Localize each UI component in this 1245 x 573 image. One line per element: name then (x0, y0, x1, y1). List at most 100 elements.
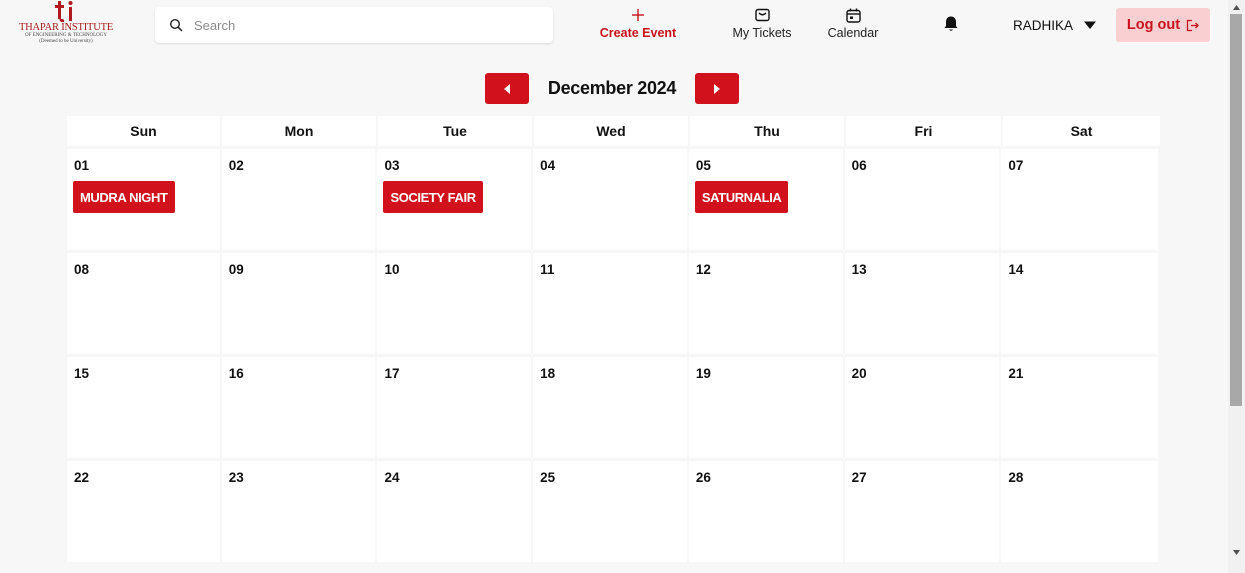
user-menu[interactable]: RADHIKA (1013, 16, 1097, 34)
calendar-day-cell[interactable]: 13 (844, 253, 1000, 354)
prev-month-button[interactable] (485, 73, 529, 104)
day-number: 28 (1008, 470, 1024, 485)
calendar-day-cell[interactable]: 28 (1001, 461, 1159, 562)
calendar-day-cell[interactable]: 24 (377, 461, 532, 562)
current-month-label: December 2024 (547, 78, 677, 98)
logo-title: THAPAR INSTITUTE (18, 22, 114, 33)
search-input[interactable] (194, 17, 534, 33)
weekday-header: Sat (1003, 116, 1160, 146)
scroll-up-arrow-icon[interactable] (1228, 0, 1245, 14)
day-number: 22 (74, 470, 90, 485)
day-number: 14 (1008, 262, 1024, 277)
calendar-day-cell[interactable]: 16 (221, 357, 376, 458)
calendar-day-cell[interactable]: 01 MUDRA NIGHT (67, 149, 220, 250)
calendar-day-cell[interactable]: 14 (1001, 253, 1159, 354)
day-number: 27 (851, 470, 867, 485)
caret-right-icon (714, 83, 720, 94)
calendar-day-cell[interactable]: 07 (1001, 149, 1159, 250)
month-navigation: December 2024 (485, 73, 740, 104)
day-number: 21 (1008, 366, 1024, 381)
calendar-day-cell[interactable]: 12 (688, 253, 843, 354)
day-number: 02 (228, 158, 244, 173)
ticket-box-icon (754, 7, 770, 23)
calendar-day-cell[interactable]: 06 (844, 149, 1000, 250)
logout-label: Log out (1126, 17, 1181, 33)
calendar-week-row: 01 MUDRA NIGHT 02 03 SOCIETY FAIR 04 05 … (67, 149, 1159, 250)
calendar-week-row: 15 16 17 18 19 20 21 (67, 357, 1159, 458)
caret-down-icon (1084, 21, 1097, 29)
calendar-week-row: 08 09 10 11 12 13 14 (67, 253, 1159, 354)
caret-left-icon (504, 83, 510, 94)
calendar-day-cell[interactable]: 26 (688, 461, 843, 562)
calendar-day-cell[interactable]: 04 (533, 149, 687, 250)
plus-icon (630, 7, 646, 23)
calendar-day-cell[interactable]: 11 (533, 253, 687, 354)
ti-logo-mark-icon (55, 1, 73, 22)
calendar-day-cell[interactable]: 17 (377, 357, 532, 458)
day-number: 12 (695, 262, 711, 277)
event-chip-mudra-night[interactable]: MUDRA NIGHT (73, 181, 175, 213)
weekday-header: Wed (534, 116, 688, 146)
weekday-header-row: Sun Mon Tue Wed Thu Fri Sat (67, 116, 1160, 146)
calendar-day-cell[interactable]: 09 (221, 253, 376, 354)
top-header: THAPAR INSTITUTE OF ENGINEERING & TECHNO… (0, 0, 1228, 52)
calendar-day-cell[interactable]: 08 (67, 253, 220, 354)
nav-calendar[interactable]: Calendar (822, 7, 884, 45)
day-number: 25 (540, 470, 556, 485)
day-number: 11 (540, 262, 555, 277)
nav-my-tickets[interactable]: My Tickets (728, 7, 796, 45)
nav-calendar-label: Calendar (827, 26, 879, 40)
day-number: 09 (228, 262, 244, 277)
user-name: RADHIKA (1013, 17, 1074, 33)
calendar-day-cell[interactable]: 23 (221, 461, 376, 562)
day-number: 19 (695, 366, 711, 381)
day-number: 08 (74, 262, 90, 277)
day-number: 17 (384, 366, 400, 381)
logout-button[interactable]: Log out (1116, 8, 1210, 42)
page-scrollbar[interactable] (1228, 0, 1245, 573)
scroll-down-arrow-icon[interactable] (1228, 545, 1245, 559)
institute-logo[interactable]: THAPAR INSTITUTE OF ENGINEERING & TECHNO… (10, 0, 122, 50)
calendar-day-cell[interactable]: 27 (844, 461, 1000, 562)
day-number: 10 (384, 262, 400, 277)
event-chip-society-fair[interactable]: SOCIETY FAIR (383, 181, 483, 213)
calendar-week-row: 22 23 24 25 26 27 28 (67, 461, 1159, 562)
calendar-day-cell[interactable]: 02 (221, 149, 376, 250)
weekday-header: Fri (846, 116, 1001, 146)
calendar-day-cell[interactable]: 19 (688, 357, 843, 458)
next-month-button[interactable] (695, 73, 739, 104)
calendar-day-cell[interactable]: 05 SATURNALIA (688, 149, 843, 250)
search-bar[interactable] (155, 7, 553, 43)
bell-icon[interactable] (942, 15, 960, 33)
calendar-icon (845, 7, 861, 23)
calendar-day-cell[interactable]: 21 (1001, 357, 1159, 458)
nav-create-event-label: Create Event (599, 26, 677, 40)
nav-create-event[interactable]: Create Event (598, 7, 678, 45)
weekday-header: Thu (690, 116, 844, 146)
logout-icon (1186, 19, 1199, 31)
day-number: 13 (851, 262, 867, 277)
calendar-day-cell[interactable]: 25 (533, 461, 687, 562)
day-number: 26 (695, 470, 711, 485)
day-number: 18 (540, 366, 556, 381)
scrollbar-thumb[interactable] (1230, 14, 1242, 406)
day-number: 16 (228, 366, 244, 381)
calendar-day-cell[interactable]: 22 (67, 461, 220, 562)
calendar-day-cell[interactable]: 03 SOCIETY FAIR (377, 149, 532, 250)
calendar-day-cell[interactable]: 18 (533, 357, 687, 458)
day-number: 20 (851, 366, 867, 381)
search-icon (169, 18, 183, 32)
day-number: 23 (228, 470, 244, 485)
calendar-day-cell[interactable]: 20 (844, 357, 1000, 458)
day-number: 07 (1008, 158, 1024, 173)
event-chip-saturnalia[interactable]: SATURNALIA (694, 181, 789, 213)
calendar-grid: Sun Mon Tue Wed Thu Fri Sat 01 MUDRA NIG… (67, 116, 1160, 566)
day-number: 06 (851, 158, 867, 173)
calendar-day-cell[interactable]: 15 (67, 357, 220, 458)
day-number: 15 (74, 366, 90, 381)
nav-my-tickets-label: My Tickets (732, 26, 792, 40)
logo-subtitle-2: (Deemed to be University) (39, 39, 93, 44)
calendar-day-cell[interactable]: 10 (377, 253, 532, 354)
day-number: 03 (384, 158, 400, 173)
weekday-header: Mon (222, 116, 376, 146)
